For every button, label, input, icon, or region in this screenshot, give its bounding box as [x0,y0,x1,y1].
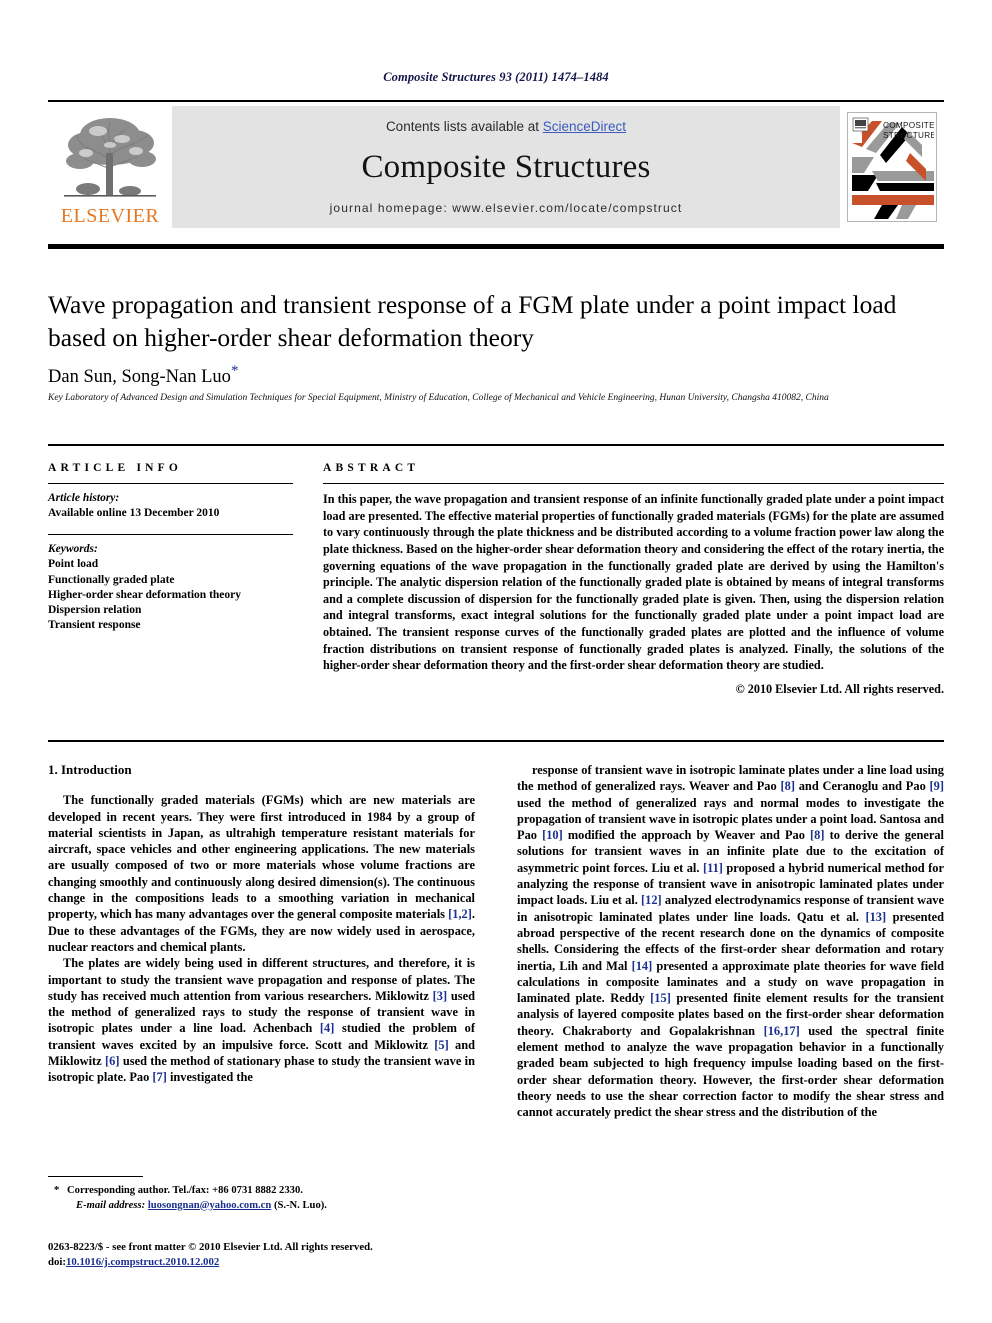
keywords-divider [48,534,293,536]
masthead-top-rule [48,100,944,102]
footnote-block: * Corresponding author. Tel./fax: +86 07… [48,1184,475,1213]
email-link[interactable]: luosongnan@yahoo.com.cn [148,1200,271,1211]
journal-cover-thumbnail[interactable]: COMPOSITE STRUCTURES [840,106,944,228]
citation-reference[interactable]: [15] [650,991,671,1005]
author-names: Dan Sun, Song-Nan Luo [48,367,231,388]
citation-reference[interactable]: [6] [105,1054,119,1068]
paragraph-text: The functionally graded materials (FGMs)… [48,793,475,954]
citation-reference[interactable]: [16,17] [764,1024,800,1038]
doi-line: doi:10.1016/j.compstruct.2010.12.002 [48,1255,508,1270]
running-head: Composite Structures 93 (2011) 1474–1484 [383,70,609,84]
masthead-center-panel: Contents lists available at ScienceDirec… [172,106,840,228]
article-info-heading: ARTICLE INFO [48,462,183,474]
article-first-page: Composite Structures 93 (2011) 1474–1484 [0,0,992,1323]
citation-reference[interactable]: [1,2] [448,907,472,921]
doi-link[interactable]: 10.1016/j.compstruct.2010.12.002 [66,1256,219,1268]
footnote-star: * [54,1185,60,1196]
masthead-bottom-rule [48,244,944,249]
cover-title-line2: STRUCTURES [883,131,934,140]
corresponding-author-note: Corresponding author. Tel./fax: +86 0731… [67,1185,303,1196]
citation-reference[interactable]: [4] [320,1021,334,1035]
keywords-block: Keywords: Point load Functionally graded… [48,542,293,633]
author-list: Dan Sun, Song-Nan Luo* [48,360,938,388]
footnote-divider [48,1176,143,1178]
body-paragraph: response of transient wave in isotropic … [517,762,944,1121]
abstract-heading: ABSTRACT [323,462,420,474]
citation-reference[interactable]: [8] [810,828,824,842]
contents-available-line: Contents lists available at ScienceDirec… [386,119,626,134]
article-history-label: Article history: [48,492,120,505]
citation-reference[interactable]: [5] [434,1038,448,1052]
sciencedirect-link[interactable]: ScienceDirect [543,119,626,134]
body-paragraph: The plates are widely being used in diff… [48,955,475,1085]
paragraph-text: The plates are widely being used in diff… [48,956,475,1085]
page-title: Wave propagation and transient response … [48,290,897,352]
paragraph-text: response of transient wave in isotropic … [517,763,944,1120]
body-column-right: response of transient wave in isotropic … [517,762,944,1121]
keyword-item: Point load [48,558,99,571]
abstract-text: In this paper, the wave propagation and … [323,492,944,673]
keyword-item: Dispersion relation [48,603,142,616]
citation-reference[interactable]: [10] [542,828,563,842]
abstract-divider [323,483,944,485]
journal-homepage[interactable]: journal homepage: www.elsevier.com/locat… [330,201,683,215]
email-label: E-mail address: [76,1199,146,1211]
keyword-item: Functionally graded plate [48,573,175,586]
cover-title-line1: COMPOSITE [883,121,934,130]
elsevier-wordmark: ELSEVIER [60,205,160,227]
article-info-divider [48,483,293,485]
elsevier-logo: ELSEVIER [48,106,172,228]
abstract-block: ABSTRACT In this paper, the wave propaga… [323,462,944,697]
citation-reference[interactable]: [3] [433,989,447,1003]
abstract-bottom-rule [48,740,944,742]
affiliation: Key Laboratory of Advanced Design and Si… [48,393,829,403]
citation-reference[interactable]: [12] [641,893,662,907]
keyword-item: Higher-order shear deformation theory [48,588,242,601]
cover-artwork: COMPOSITE STRUCTURES [847,112,937,222]
elsevier-tree-icon [58,109,162,205]
corresponding-author-marker: * [230,363,239,379]
journal-title: Composite Structures [361,149,651,185]
cover-geometric-art: COMPOSITE STRUCTURES [848,113,936,219]
section-heading-introduction: 1. Introduction [48,762,132,777]
citation-reference[interactable]: [8] [781,779,795,793]
doi-label: doi: [48,1255,66,1268]
body-column-left: 1. Introduction The functionally graded … [48,762,475,1086]
article-info-block: ARTICLE INFO Article history: Available … [48,462,293,633]
citation-reference[interactable]: [13] [865,910,886,924]
citation-reference[interactable]: [7] [152,1070,166,1084]
article-history-value: Available online 13 December 2010 [48,507,220,520]
imprint-block: 0263-8223/$ - see front matter © 2010 El… [48,1240,508,1270]
journal-masthead: ELSEVIER Contents lists available at Sci… [48,100,944,228]
citation-reference[interactable]: [9] [930,779,944,793]
body-paragraph: The functionally graded materials (FGMs)… [48,792,475,955]
cover-logo-box [852,117,869,132]
abstract-top-rule [48,444,944,446]
issn-front-matter: 0263-8223/$ - see front matter © 2010 El… [48,1241,373,1253]
citation-reference[interactable]: [14] [632,959,653,973]
keywords-label: Keywords: [48,543,98,556]
citation-reference[interactable]: [11] [703,861,723,875]
abstract-copyright: © 2010 Elsevier Ltd. All rights reserved… [735,681,944,696]
email-owner: (S.-N. Luo). [273,1199,327,1211]
contents-prefix: Contents lists available at [385,119,543,134]
keyword-item: Transient response [48,619,141,632]
email-note: E-mail address: luosongnan@yahoo.com.cn … [48,1199,475,1214]
